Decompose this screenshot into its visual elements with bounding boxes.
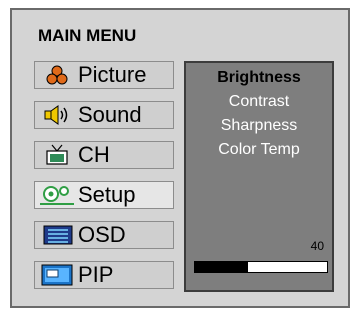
menu-item-label: PIP (78, 262, 114, 287)
submenu-item-sharpness[interactable]: Sharpness (186, 117, 332, 135)
brightness-value: 40 (310, 239, 324, 253)
submenu-item-brightness[interactable]: Brightness (186, 69, 332, 87)
menu-item-label: Picture (78, 62, 147, 87)
menu-item-setup[interactable]: Setup (34, 181, 174, 209)
osd-icon (38, 224, 76, 246)
menu-item-sound[interactable]: Sound (34, 101, 174, 129)
submenu-item-color-temp[interactable]: Color Temp (186, 141, 332, 159)
brightness-bar[interactable] (194, 261, 328, 273)
pip-icon (38, 264, 76, 286)
menu-item-label: OSD (78, 222, 126, 247)
menu-item-label: Setup (78, 182, 136, 207)
tv-icon (38, 144, 76, 166)
menu-item-ch[interactable]: CH (34, 141, 174, 169)
menu-item-pip[interactable]: PIP (34, 261, 174, 289)
menu-item-label: CH (78, 142, 110, 167)
submenu-item-contrast[interactable]: Contrast (186, 93, 332, 111)
brightness-bar-fill (195, 262, 248, 272)
menu-item-osd[interactable]: OSD (34, 221, 174, 249)
sound-icon (38, 104, 76, 126)
menu-item-picture[interactable]: Picture (34, 61, 174, 89)
menu-item-label: Sound (78, 102, 142, 127)
menu-title: MAIN MENU (38, 26, 137, 45)
picture-icon (38, 64, 76, 86)
submenu-panel: Brightness Contrast Sharpness Color Temp… (184, 61, 334, 292)
setup-icon (38, 184, 76, 206)
